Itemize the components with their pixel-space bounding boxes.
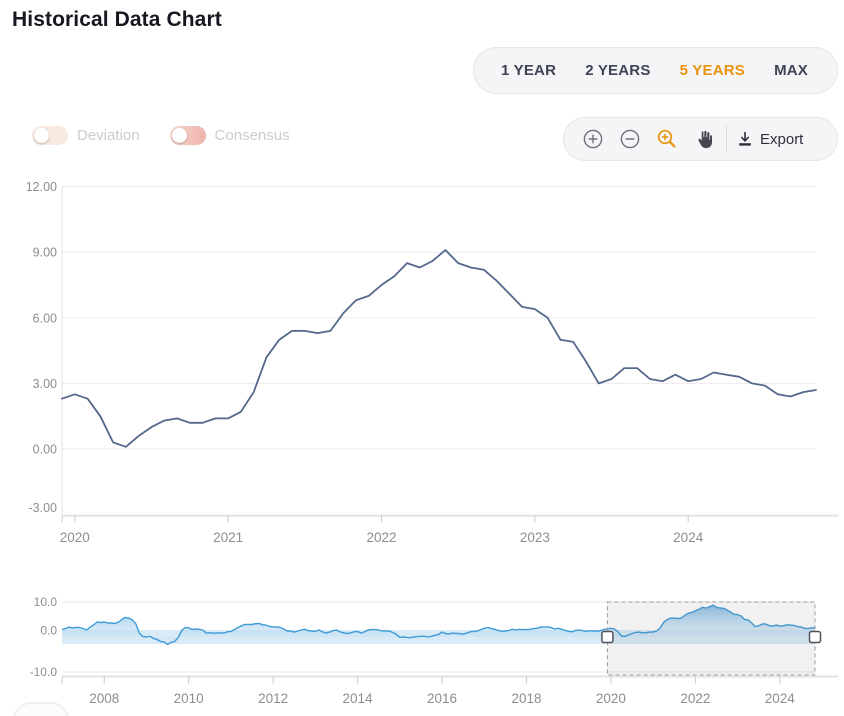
svg-text:3.00: 3.00 bbox=[33, 377, 57, 391]
zoom-in-circle-icon bbox=[582, 128, 604, 150]
main-x-axis: 2020 2021 2022 2023 2024 bbox=[60, 516, 704, 545]
svg-text:2014: 2014 bbox=[343, 691, 374, 706]
svg-text:2024: 2024 bbox=[765, 691, 796, 706]
deviation-toggle-label: Deviation bbox=[77, 127, 140, 144]
selection-zoom-button[interactable] bbox=[648, 122, 685, 156]
svg-text:2020: 2020 bbox=[596, 691, 626, 706]
range-button-1year[interactable]: 1 YEAR bbox=[499, 58, 558, 83]
series-toggles: Deviation Consensus bbox=[32, 126, 290, 145]
svg-text:2018: 2018 bbox=[511, 691, 541, 706]
range-selector: 1 YEAR 2 YEARS 5 YEARS MAX bbox=[473, 47, 838, 94]
svg-text:2021: 2021 bbox=[213, 530, 243, 545]
svg-text:0.00: 0.00 bbox=[33, 443, 57, 457]
export-button-label: Export bbox=[760, 131, 803, 148]
svg-text:2024: 2024 bbox=[673, 530, 704, 545]
brush-handle-left[interactable] bbox=[602, 632, 613, 643]
selection-zoom-icon bbox=[656, 128, 678, 150]
zoom-out-circle-icon bbox=[619, 128, 641, 150]
floating-bubble-partial[interactable] bbox=[13, 702, 69, 716]
consensus-toggle[interactable]: Consensus bbox=[170, 126, 290, 145]
toolbar-divider bbox=[726, 126, 727, 152]
toggle-knob bbox=[34, 128, 49, 143]
svg-text:2016: 2016 bbox=[427, 691, 457, 706]
svg-text:2022: 2022 bbox=[680, 691, 710, 706]
svg-text:6.00: 6.00 bbox=[33, 311, 57, 325]
svg-text:10.0: 10.0 bbox=[34, 595, 58, 609]
range-button-2years[interactable]: 2 YEARS bbox=[583, 58, 652, 83]
svg-text:9.00: 9.00 bbox=[33, 246, 57, 260]
svg-text:-3.00: -3.00 bbox=[29, 501, 58, 515]
page-title: Historical Data Chart bbox=[12, 8, 222, 32]
svg-text:2023: 2023 bbox=[520, 530, 550, 545]
consensus-switch-icon[interactable] bbox=[170, 126, 206, 145]
pan-button[interactable] bbox=[685, 122, 722, 156]
main-series-line bbox=[62, 250, 816, 447]
svg-text:-10.0: -10.0 bbox=[30, 665, 58, 679]
main-chart[interactable]: 12.009.006.003.000.00-3.0020202021202220… bbox=[0, 176, 844, 558]
zoom-out-button[interactable] bbox=[611, 122, 648, 156]
toggle-knob bbox=[172, 128, 187, 143]
svg-text:0.0: 0.0 bbox=[40, 624, 57, 638]
range-button-5years[interactable]: 5 YEARS bbox=[678, 58, 747, 83]
range-button-max[interactable]: MAX bbox=[772, 58, 810, 83]
main-y-axis: 12.00 9.00 6.00 3.00 0.00 -3.00 bbox=[26, 180, 816, 515]
deviation-switch-icon[interactable] bbox=[32, 126, 68, 145]
svg-text:2012: 2012 bbox=[258, 691, 288, 706]
svg-text:2020: 2020 bbox=[60, 530, 90, 545]
navigator-chart[interactable]: 10.0 0.0 -10.0 2008 2010 2012 2014 2016 2018 2020… bbox=[0, 588, 844, 716]
download-icon bbox=[737, 131, 753, 147]
svg-text:2022: 2022 bbox=[366, 530, 396, 545]
svg-text:12.00: 12.00 bbox=[26, 180, 57, 194]
chart-toolbar: Export bbox=[563, 117, 838, 161]
export-button[interactable]: Export bbox=[735, 131, 805, 148]
deviation-toggle[interactable]: Deviation bbox=[32, 126, 140, 145]
brush-handle-right[interactable] bbox=[810, 632, 821, 643]
nav-x-axis: 2008 2010 2012 2014 2016 2018 2020 2022 2024 bbox=[62, 677, 795, 707]
zoom-in-button[interactable] bbox=[574, 122, 611, 156]
svg-text:2010: 2010 bbox=[174, 691, 204, 706]
svg-text:2008: 2008 bbox=[89, 691, 119, 706]
brush-selection[interactable] bbox=[607, 602, 815, 675]
historical-data-chart-page: Historical Data Chart 1 YEAR 2 YEARS 5 Y… bbox=[0, 0, 844, 716]
pan-hand-icon bbox=[693, 129, 714, 150]
consensus-toggle-label: Consensus bbox=[215, 127, 290, 144]
